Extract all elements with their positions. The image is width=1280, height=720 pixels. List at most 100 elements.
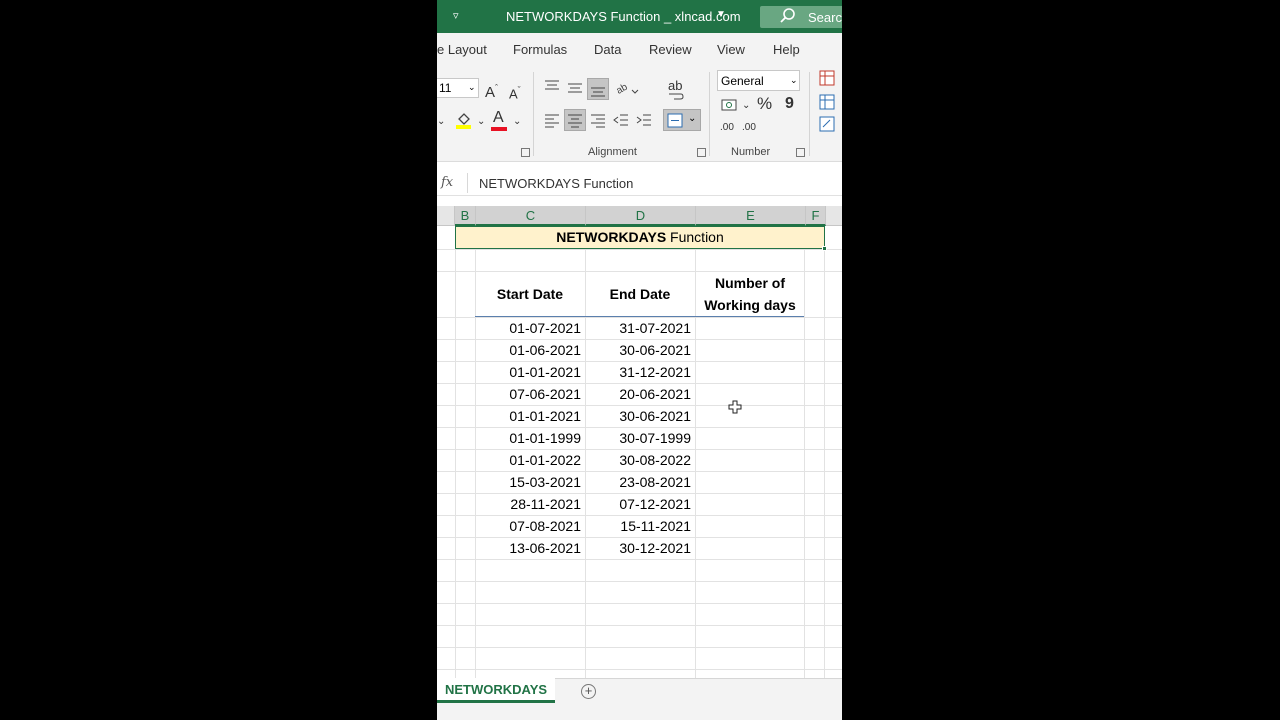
gridline bbox=[455, 226, 456, 678]
chevron-down-icon: ⌄ bbox=[468, 82, 476, 92]
decrease-decimal-button[interactable]: .00 bbox=[742, 120, 756, 136]
font-color-dropdown-icon[interactable]: ⌄ bbox=[513, 114, 521, 130]
header-end-date[interactable]: End Date bbox=[585, 283, 695, 305]
title-rest-text: Function bbox=[666, 229, 724, 245]
gridline bbox=[824, 226, 825, 678]
gridline bbox=[437, 625, 842, 626]
header-working-days-line2[interactable]: Working days bbox=[695, 294, 805, 316]
sheet-tab-networkdays[interactable]: NETWORKDAYS bbox=[437, 678, 555, 703]
cell-styles-icon[interactable] bbox=[819, 116, 835, 132]
alignment-group-label: Alignment bbox=[588, 146, 637, 158]
font-group-launcher-icon[interactable] bbox=[521, 148, 530, 157]
window-title: NETWORKDAYS Function _ xlncad.com bbox=[506, 9, 741, 24]
comma-style-button[interactable]: 9 bbox=[785, 96, 794, 112]
start-date-cell[interactable]: 07-06-2021 bbox=[475, 383, 585, 405]
end-date-cell[interactable]: 31-12-2021 bbox=[585, 361, 695, 383]
align-top-icon[interactable] bbox=[544, 78, 560, 94]
end-date-cell[interactable]: 20-06-2021 bbox=[585, 383, 695, 405]
percent-style-button[interactable]: % bbox=[757, 95, 772, 112]
merged-title-cell[interactable]: NETWORKDAYS Function bbox=[455, 226, 825, 249]
font-color-button[interactable]: A bbox=[493, 110, 504, 126]
align-middle-icon[interactable] bbox=[567, 80, 583, 96]
accounting-dropdown-icon[interactable]: ⌄ bbox=[742, 98, 750, 114]
increase-indent-icon[interactable] bbox=[636, 112, 652, 128]
format-as-table-icon[interactable] bbox=[819, 94, 835, 110]
formula-bar: fx NETWORKDAYS Function bbox=[437, 170, 842, 196]
fill-color-icon[interactable] bbox=[455, 110, 473, 130]
column-header-f[interactable]: F bbox=[806, 206, 826, 226]
start-date-cell[interactable]: 01-01-2021 bbox=[475, 361, 585, 383]
ribbon-tabs: e Layout Formulas Data Review View Help bbox=[437, 33, 842, 66]
start-date-cell[interactable]: 01-07-2021 bbox=[475, 317, 585, 339]
start-date-cell[interactable]: 01-01-1999 bbox=[475, 427, 585, 449]
increase-font-icon: A bbox=[485, 84, 496, 101]
header-start-date[interactable]: Start Date bbox=[475, 283, 585, 305]
align-center-button[interactable] bbox=[564, 109, 586, 131]
align-center-icon bbox=[568, 114, 582, 128]
tab-page-layout[interactable]: e Layout bbox=[437, 42, 487, 57]
tab-formulas[interactable]: Formulas bbox=[513, 42, 567, 57]
end-date-cell[interactable]: 30-08-2022 bbox=[585, 449, 695, 471]
orientation-icon[interactable]: ab bbox=[615, 78, 639, 96]
borders-dropdown-icon[interactable]: ⌄ bbox=[437, 114, 445, 130]
tab-review[interactable]: Review bbox=[649, 42, 692, 57]
tab-view[interactable]: View bbox=[717, 42, 745, 57]
start-date-cell[interactable]: 01-01-2021 bbox=[475, 405, 585, 427]
align-right-icon[interactable] bbox=[590, 112, 606, 128]
formula-input[interactable]: NETWORKDAYS Function bbox=[479, 176, 633, 191]
number-group-launcher-icon[interactable] bbox=[796, 148, 805, 157]
font-size-select[interactable]: 11 ⌄ bbox=[437, 78, 479, 98]
start-date-cell[interactable]: 01-06-2021 bbox=[475, 339, 585, 361]
start-date-cell[interactable]: 13-06-2021 bbox=[475, 537, 585, 559]
column-header-e[interactable]: E bbox=[696, 206, 806, 226]
status-bar bbox=[437, 704, 842, 720]
end-date-cell[interactable]: 07-12-2021 bbox=[585, 493, 695, 515]
customize-quick-access-icon[interactable]: ▿ bbox=[453, 9, 459, 22]
alignment-group-launcher-icon[interactable] bbox=[697, 148, 706, 157]
tab-data[interactable]: Data bbox=[594, 42, 621, 57]
conditional-formatting-icon[interactable] bbox=[819, 70, 835, 86]
end-date-cell[interactable]: 30-12-2021 bbox=[585, 537, 695, 559]
end-date-cell[interactable]: 15-11-2021 bbox=[585, 515, 695, 537]
column-header-a-edge[interactable] bbox=[437, 206, 455, 226]
number-format-select[interactable]: General ⌄ bbox=[717, 70, 800, 91]
start-date-cell[interactable]: 07-08-2021 bbox=[475, 515, 585, 537]
title-dropdown-icon[interactable]: ▼ bbox=[716, 9, 726, 20]
start-date-cell[interactable]: 01-01-2022 bbox=[475, 449, 585, 471]
increase-decimal-button[interactable]: .00 bbox=[720, 120, 734, 136]
column-header-c[interactable]: C bbox=[476, 206, 586, 226]
ribbon: 11 ⌄ Aˆ Aˇ ⌄ ⌄ A ⌄ ab ab ⌄ Alignment Gen… bbox=[437, 66, 842, 162]
align-left-icon[interactable] bbox=[544, 112, 560, 128]
decrease-decimal-icon: .00 bbox=[742, 122, 756, 133]
header-working-days-line1[interactable]: Number of bbox=[695, 272, 805, 294]
increase-font-size-button[interactable]: Aˆ bbox=[485, 80, 498, 101]
search-label: Search bbox=[808, 10, 842, 25]
fill-handle[interactable] bbox=[822, 246, 827, 251]
end-date-cell[interactable]: 30-07-1999 bbox=[585, 427, 695, 449]
column-header-b[interactable]: B bbox=[455, 206, 476, 226]
end-date-cell[interactable]: 30-06-2021 bbox=[585, 339, 695, 361]
wrap-text-icon: ab bbox=[668, 78, 683, 93]
accounting-format-icon[interactable] bbox=[721, 98, 739, 112]
decrease-font-size-button[interactable]: Aˇ bbox=[509, 82, 521, 102]
merge-center-icon bbox=[667, 113, 683, 128]
start-date-cell[interactable]: 28-11-2021 bbox=[475, 493, 585, 515]
tab-help[interactable]: Help bbox=[773, 42, 800, 57]
end-date-cell[interactable]: 31-07-2021 bbox=[585, 317, 695, 339]
title-bar: ▿ NETWORKDAYS Function _ xlncad.com ▼ Se… bbox=[437, 0, 842, 33]
align-bottom-button[interactable] bbox=[587, 78, 609, 100]
merge-center-button[interactable]: ⌄ bbox=[663, 109, 701, 131]
function-icon[interactable]: fx bbox=[441, 175, 453, 190]
column-header-d[interactable]: D bbox=[586, 206, 696, 226]
add-sheet-icon[interactable]: + bbox=[581, 684, 596, 699]
column-headers: B C D E F bbox=[437, 206, 842, 226]
decrease-indent-icon[interactable] bbox=[613, 112, 629, 128]
start-date-cell[interactable]: 15-03-2021 bbox=[475, 471, 585, 493]
font-size-value: 11 bbox=[439, 81, 452, 95]
worksheet-grid[interactable]: NETWORKDAYS Function Start Date End Date… bbox=[437, 226, 842, 678]
decrease-font-icon: A bbox=[509, 86, 518, 102]
end-date-cell[interactable]: 30-06-2021 bbox=[585, 405, 695, 427]
group-divider bbox=[809, 72, 810, 156]
end-date-cell[interactable]: 23-08-2021 bbox=[585, 471, 695, 493]
fill-color-dropdown-icon[interactable]: ⌄ bbox=[477, 114, 485, 130]
